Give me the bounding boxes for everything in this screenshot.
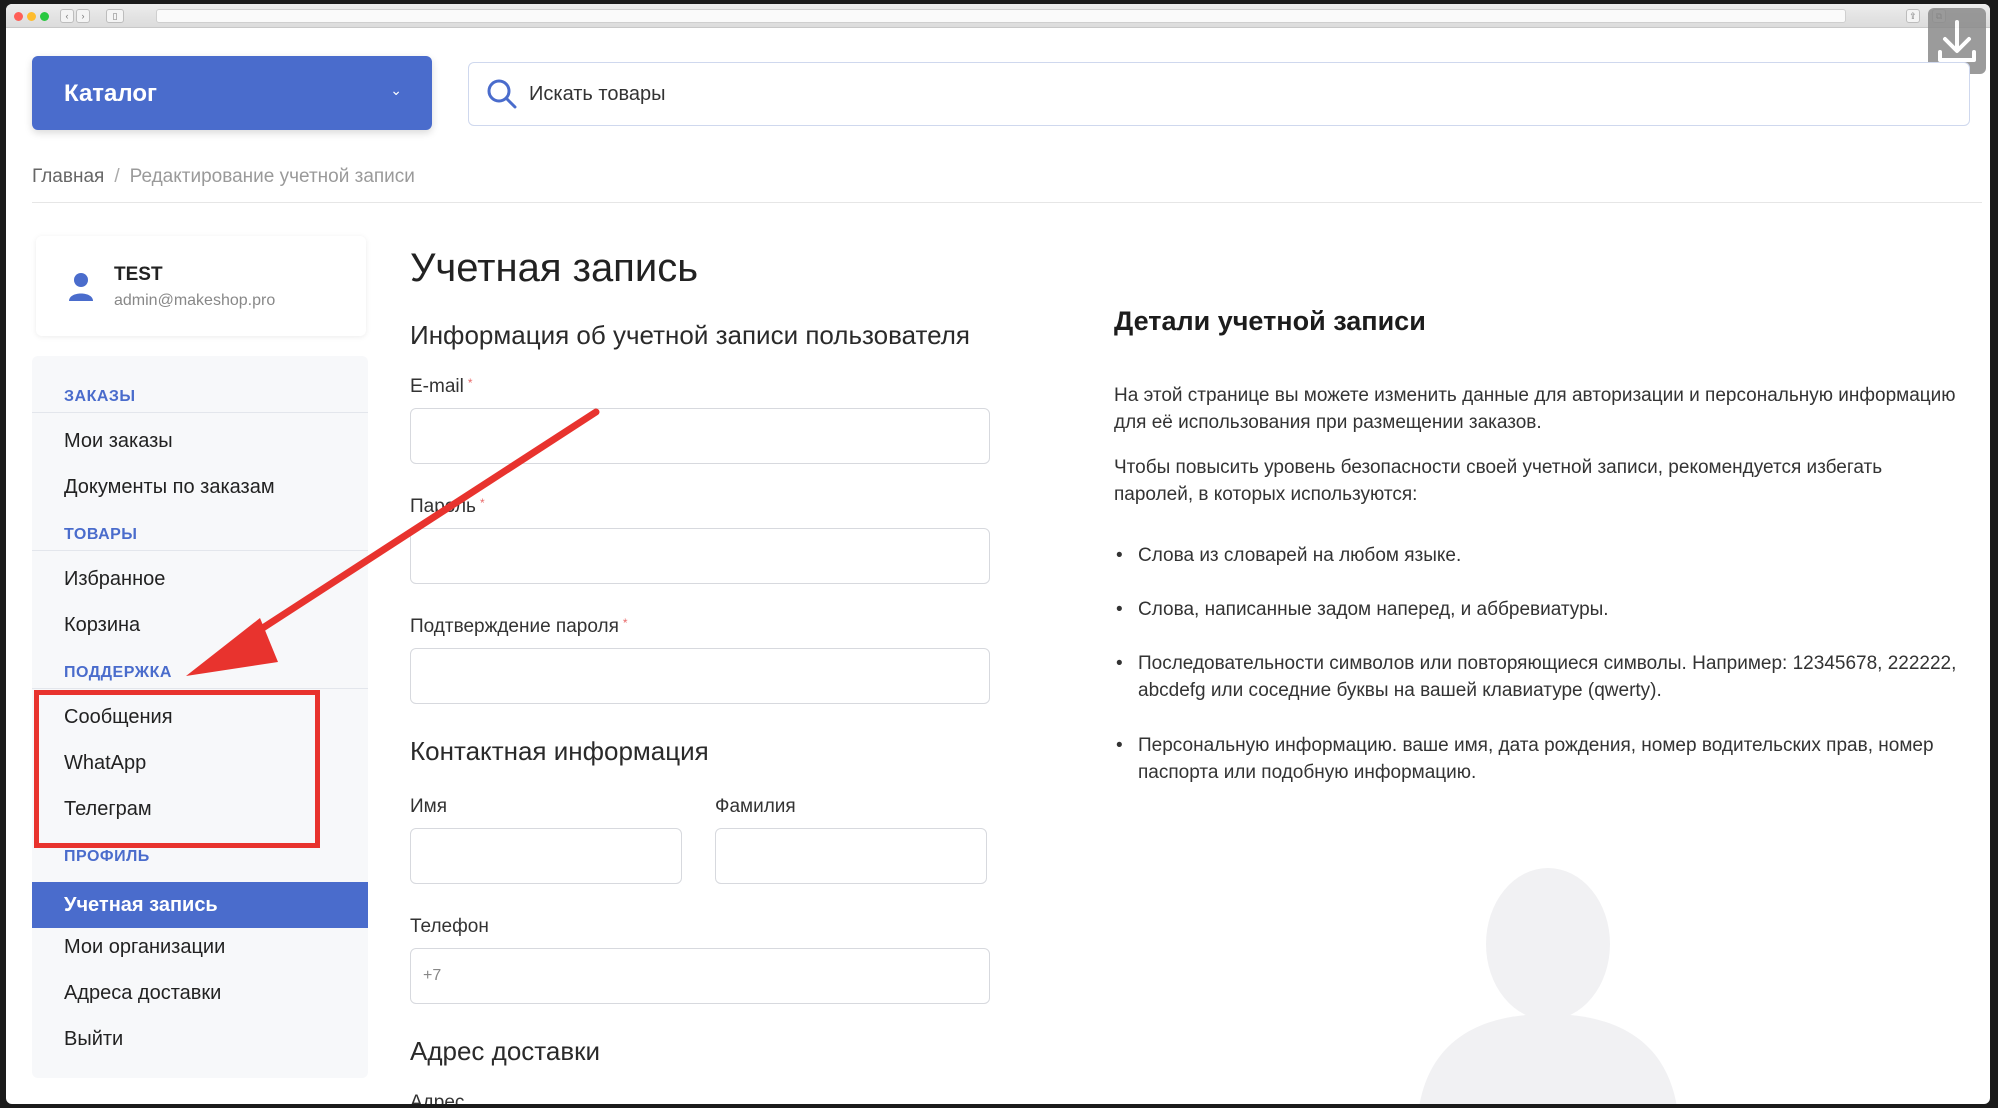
phone-label: Телефон	[410, 916, 489, 937]
maximize-window-button[interactable]	[40, 12, 49, 21]
email-field[interactable]	[410, 408, 990, 464]
confirm-password-input[interactable]	[411, 649, 989, 703]
password-label: Пароль *	[410, 496, 485, 517]
details-paragraph-2: Чтобы повысить уровень безопасности свое…	[1114, 457, 1883, 505]
email-label: E-mail *	[410, 376, 473, 397]
first-name-input[interactable]	[411, 829, 681, 883]
password-field[interactable]	[410, 528, 990, 584]
search-icon	[487, 79, 517, 109]
sidebar-item-account-label: Учетная запись	[64, 894, 218, 916]
breadcrumb-home[interactable]: Главная	[32, 166, 104, 187]
sidebar-toggle-icon[interactable]: ▯	[106, 9, 124, 23]
breadcrumb: Главная / Редактирование учетной записи	[32, 166, 415, 188]
breadcrumb-separator: /	[114, 166, 120, 187]
sidebar-item-logout[interactable]: Выйти	[64, 1028, 123, 1051]
last-name-label: Фамилия	[715, 796, 796, 817]
minimize-window-button[interactable]	[27, 12, 36, 21]
forward-icon[interactable]: ›	[76, 9, 90, 23]
account-info-heading: Информация об учетной записи пользовател…	[410, 320, 970, 350]
phone-field[interactable]	[410, 948, 990, 1004]
email-input[interactable]	[411, 409, 989, 463]
contact-info-heading: Контактная информация	[410, 736, 709, 766]
sidebar-item-delivery-addresses[interactable]: Адреса доставки	[64, 982, 221, 1005]
browser-window: ‹ › ▯ ⇪ ⧉ Каталог ⌄ Главная / Редактирован…	[6, 4, 1990, 1104]
user-email: admin@makeshop.pro	[114, 292, 276, 309]
chevron-down-icon: ⌄	[390, 82, 402, 98]
share-icon[interactable]: ⇪	[1906, 9, 1920, 23]
browser-titlebar: ‹ › ▯ ⇪ ⧉	[6, 4, 1990, 28]
first-name-label: Имя	[410, 796, 448, 817]
user-card: TEST admin@makeshop.pro	[36, 236, 366, 336]
sidebar-item-order-documents[interactable]: Документы по заказам	[64, 476, 275, 499]
details-heading: Детали учетной записи	[1114, 306, 1426, 336]
confirm-password-field[interactable]	[410, 648, 990, 704]
last-name-input[interactable]	[716, 829, 986, 883]
sidebar-item-favorites[interactable]: Избранное	[64, 568, 165, 591]
catalog-button-label: Каталог	[64, 80, 157, 107]
sidebar-item-account[interactable]: Учетная запись	[32, 882, 368, 928]
divider	[32, 688, 368, 689]
divider	[32, 202, 1982, 203]
breadcrumb-current: Редактирование учетной записи	[129, 166, 415, 187]
search-bar[interactable]	[468, 62, 1970, 126]
catalog-button[interactable]: Каталог ⌄	[32, 56, 432, 130]
sidebar-section-profile: ПРОФИЛЬ	[64, 848, 150, 865]
sidebar-item-my-organizations[interactable]: Мои организации	[64, 936, 225, 959]
sidebar-section-products: ТОВАРЫ	[64, 526, 138, 543]
sidebar-section-support: ПОДДЕРЖКА	[64, 664, 172, 681]
address-label: Адрес	[410, 1092, 465, 1104]
search-input[interactable]	[529, 77, 1929, 111]
address-bar[interactable]	[156, 9, 1846, 23]
delivery-address-heading: Адрес доставки	[410, 1036, 601, 1066]
page-title: Учетная запись	[410, 246, 699, 290]
divider	[32, 550, 368, 551]
back-icon[interactable]: ‹	[60, 9, 74, 23]
password-input[interactable]	[411, 529, 989, 583]
details-paragraph-1: На этой странице вы можете изменить данн…	[1114, 385, 1956, 433]
avatar-placeholder-illustration	[1419, 868, 1677, 1104]
confirm-password-label: Подтверждение пароля *	[410, 616, 628, 637]
last-name-field[interactable]	[715, 828, 987, 884]
user-icon	[69, 273, 93, 301]
first-name-field[interactable]	[410, 828, 682, 884]
divider	[32, 412, 368, 413]
close-window-button[interactable]	[14, 12, 23, 21]
phone-input[interactable]	[411, 949, 989, 1003]
sidebar-section-orders: ЗАКАЗЫ	[64, 388, 136, 405]
sidebar-item-cart[interactable]: Корзина	[64, 614, 140, 637]
sidebar-item-my-orders[interactable]: Мои заказы	[64, 430, 173, 453]
annotation-highlight-box	[34, 690, 320, 848]
user-name: TEST	[114, 264, 163, 285]
